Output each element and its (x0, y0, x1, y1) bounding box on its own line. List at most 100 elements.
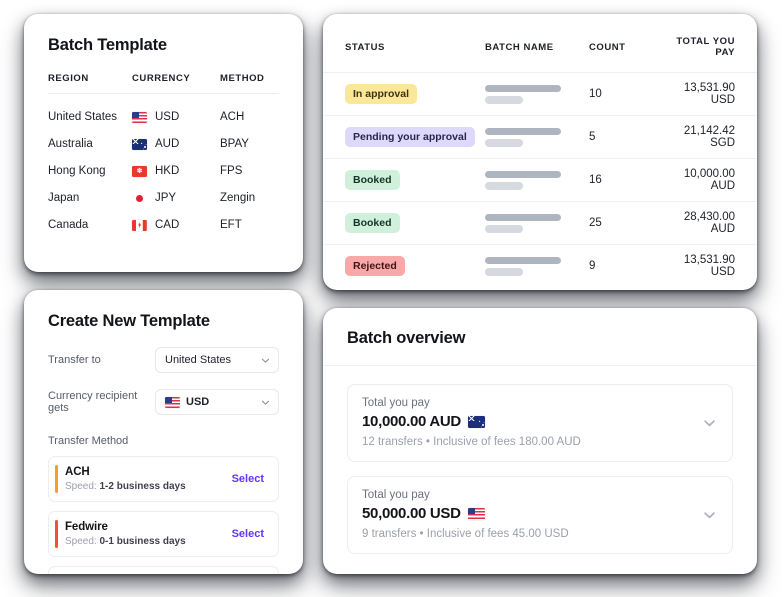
currency-code: CAD (155, 219, 180, 231)
cell-currency: AUD (132, 125, 220, 152)
overview-amount: 10,000.00 AUD (362, 413, 461, 430)
batch-name-placeholder (485, 213, 589, 233)
overview-meta: 12 transfers • Inclusive of fees 180.00 … (362, 436, 581, 448)
column-header-batch-name: BATCH NAME (485, 41, 554, 53)
table-row: Japan JPY Zengin (48, 179, 279, 206)
batch-overview-item[interactable]: Total you pay 50,000.00 USD 9 transfers • … (347, 476, 733, 554)
currency-code: AUD (155, 138, 180, 150)
cell-batch-name (485, 256, 589, 276)
cell-count: 9 (589, 260, 596, 272)
column-header-total-you-pay: TOTAL YOU PAY (676, 36, 735, 58)
chevron-down-icon[interactable] (703, 509, 716, 522)
form-row-currency: Currency recipient gets USD (48, 389, 279, 415)
flag-icon-us (165, 396, 180, 408)
batch-name-placeholder (485, 170, 589, 190)
table-row[interactable]: Rejected 9 13,531.90 USD (323, 245, 757, 287)
cell-batch-name (485, 127, 589, 147)
transfer-method-card[interactable]: Fedwire Speed: 0-1 business days Select (48, 511, 279, 557)
batch-template-card: Batch Template REGION CURRENCY METHOD Un… (24, 14, 303, 272)
select-currency[interactable]: USD (155, 389, 279, 415)
currency-code: HKD (155, 165, 180, 177)
placeholder-bar-short (485, 96, 523, 104)
batch-overview-title: Batch overview (347, 329, 466, 347)
create-template-title: Create New Template (48, 312, 210, 330)
table-row: Canada CAD EFT (48, 206, 279, 233)
flag-icon-us (132, 111, 147, 123)
overview-meta: 9 transfers • Inclusive of fees 45.00 US… (362, 528, 569, 540)
batch-overview-header: Batch overview (323, 308, 757, 366)
batch-name-placeholder (485, 127, 589, 147)
cell-region: Australia (48, 138, 93, 150)
overview-amount-row: 50,000.00 USD (362, 505, 718, 522)
chevron-down-icon[interactable] (703, 417, 716, 430)
cell-status: Booked (345, 212, 485, 234)
label-currency-recipient-gets: Currency recipient gets (48, 390, 138, 414)
select-transfer-to-value: United States (165, 354, 232, 366)
batch-status-card: STATUS BATCH NAME COUNT TOTAL YOU PAY In… (323, 14, 757, 290)
overview-label: Total you pay (362, 489, 430, 501)
table-row[interactable]: Pending your approval 5 21,142.42 SGD (323, 116, 757, 159)
cell-total-you-pay: 13,531.90 USD (683, 254, 735, 278)
create-template-inner: Create New Template Transfer to United S… (24, 290, 303, 574)
form-row-transfer-to: Transfer to United States (48, 347, 279, 373)
column-header-method: METHOD (220, 73, 265, 84)
cell-status: Pending your approval (345, 126, 485, 148)
overview-amount: 50,000.00 USD (362, 505, 461, 522)
cell-region: Japan (48, 192, 80, 204)
flag-icon-au (132, 138, 147, 150)
table-row: Australia AUD BPAY (48, 125, 279, 152)
currency-code: JPY (155, 192, 177, 204)
method-accent-bar (55, 520, 58, 548)
batch-status-header-row: STATUS BATCH NAME COUNT TOTAL YOU PAY (323, 14, 757, 73)
label-transfer-method: Transfer Method (48, 435, 129, 447)
method-speed-value: 1-2 business days (99, 481, 186, 492)
method-speed: Speed: 1-2 business days (65, 481, 232, 492)
placeholder-bar-short (485, 225, 523, 233)
column-header-currency: CURRENCY (132, 73, 191, 84)
select-method-button[interactable]: Select (232, 528, 264, 540)
chevron-down-icon (261, 356, 270, 365)
transfer-method-list: ACH Speed: 1-2 business days Select Fedwire… (48, 456, 279, 574)
placeholder-bar-long (485, 213, 561, 221)
cell-region: Hong Kong (48, 165, 106, 177)
table-row[interactable]: In approval 10 13,531.90 USD (323, 73, 757, 116)
placeholder-bar-short (485, 182, 523, 190)
batch-template-title: Batch Template (48, 36, 167, 54)
method-text: Fedwire Speed: 0-1 business days (65, 521, 232, 547)
table-row: United States USD ACH (48, 94, 279, 126)
placeholder-bar-short (485, 139, 523, 147)
create-template-card: Create New Template Transfer to United S… (24, 290, 303, 574)
cell-status: Booked (345, 169, 485, 191)
cell-status: Rejected (345, 255, 485, 277)
cell-total-you-pay: 21,142.42 SGD (683, 125, 735, 149)
cell-method: EFT (220, 219, 242, 231)
table-row[interactable]: Booked 16 10,000.00 AUD (323, 159, 757, 202)
batch-template-header-row: REGION CURRENCY METHOD (48, 73, 279, 94)
currency-code: USD (155, 111, 180, 123)
flag-icon-jp (132, 193, 147, 204)
select-currency-value: USD (186, 396, 210, 408)
select-method-button[interactable]: Select (232, 473, 264, 485)
transfer-method-card[interactable]: SWIFTSpeed: 0-3 business daysSelect (48, 566, 279, 574)
overview-amount-row: 10,000.00 AUD (362, 413, 718, 430)
batch-status-rows: In approval 10 13,531.90 USD Pending your a… (323, 73, 757, 287)
cell-count: 10 (589, 88, 602, 100)
cell-status: In approval (345, 83, 485, 105)
column-header-count: COUNT (589, 41, 626, 53)
cell-currency: HKD (132, 152, 220, 179)
batch-name-placeholder (485, 256, 589, 276)
cell-count: 16 (589, 174, 602, 186)
table-row[interactable]: Booked 25 28,430.00 AUD (323, 202, 757, 245)
transfer-method-card[interactable]: ACH Speed: 1-2 business days Select (48, 456, 279, 502)
chevron-down-icon (261, 398, 270, 407)
method-speed-prefix: Speed: (65, 481, 100, 492)
cell-currency: USD (132, 94, 220, 126)
batch-overview-item[interactable]: Total you pay 10,000.00 AUD 12 transfers •… (347, 384, 733, 462)
table-row: Hong Kong HKD FPS (48, 152, 279, 179)
cell-batch-name (485, 213, 589, 233)
cell-region: United States (48, 111, 118, 123)
batch-overview-card: Batch overview Total you pay 10,000.00 AU… (323, 308, 757, 574)
select-transfer-to[interactable]: United States (155, 347, 279, 373)
cell-method: BPAY (220, 138, 249, 150)
method-speed-prefix: Speed: (65, 536, 100, 547)
